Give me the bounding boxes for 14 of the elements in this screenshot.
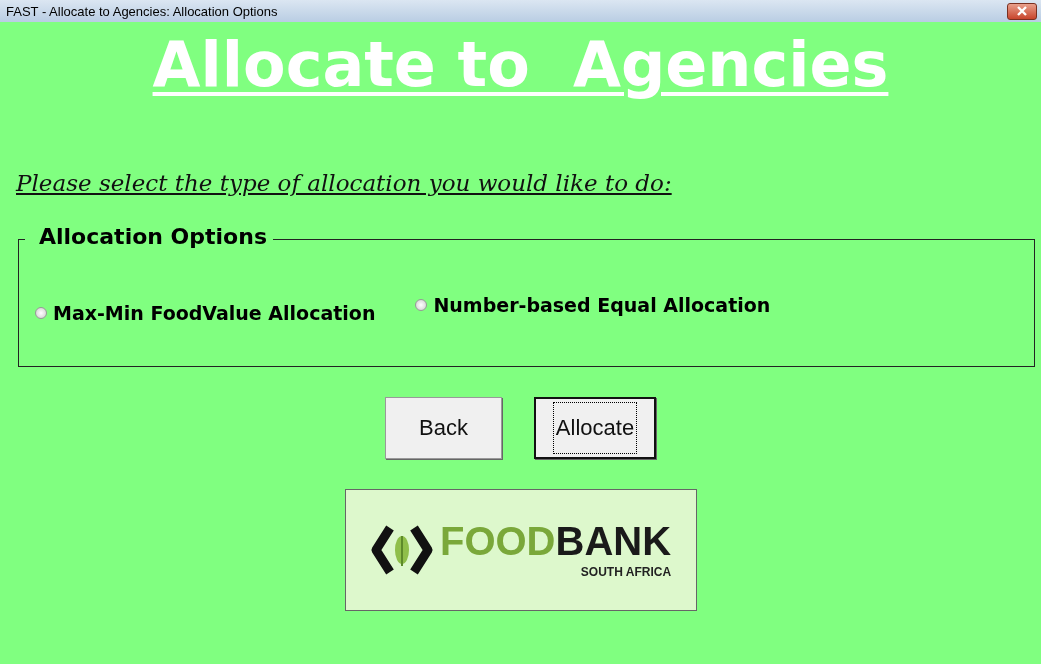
logo-subtitle: SOUTH AFRICA	[580, 565, 672, 580]
action-button[interactable]: Back	[385, 397, 502, 460]
window-title: FAST - Allocate to Agencies: Allocation Options	[6, 3, 278, 19]
logo-wordmark: FOODBANK	[439, 521, 672, 562]
radio-button[interactable]	[415, 299, 428, 312]
heading: Allocate to Agencies	[152, 28, 889, 103]
radio-option[interactable]: Number-based Equal Allocation	[415, 286, 771, 325]
close-button[interactable]	[1007, 2, 1037, 20]
radio-button[interactable]	[35, 307, 47, 320]
radio-option[interactable]: Max-Min FoodValue Allocation	[35, 302, 376, 325]
close-icon	[1016, 6, 1028, 16]
emblem-icon	[369, 524, 434, 577]
action-button[interactable]: Allocate	[534, 397, 656, 460]
instruction-text: Please select the type of allocation you would like to do:	[16, 170, 672, 197]
